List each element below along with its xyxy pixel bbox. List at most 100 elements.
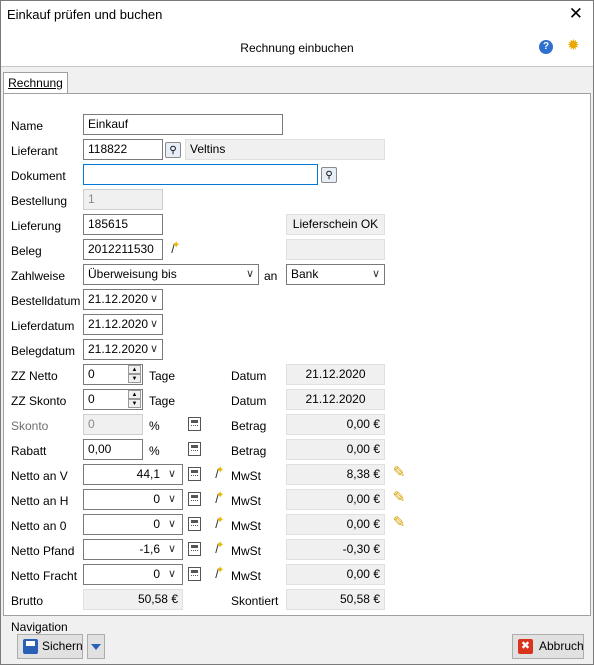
magic-wand-icon[interactable]: / ✦ <box>209 540 225 557</box>
help-icon[interactable]: ? <box>539 40 553 54</box>
belegdatum-value: 21.12.2020 <box>88 342 149 356</box>
netto-v-mwst-label: MwSt <box>231 469 261 483</box>
an-label: an <box>264 269 278 283</box>
zz-netto-datum-label: Datum <box>231 369 267 383</box>
chevron-down-icon: ∨ <box>149 318 158 330</box>
netto-pfand-mwst-label: MwSt <box>231 544 261 558</box>
netto-fracht-mwst-label: MwSt <box>231 569 261 583</box>
belegdatum-label: Belegdatum <box>11 344 76 358</box>
rabatt-input[interactable]: 0,00 <box>83 439 143 460</box>
calculator-icon[interactable] <box>188 467 201 481</box>
pencil-icon[interactable]: ✎ <box>391 490 407 506</box>
netto-pfand-value: -1,6 <box>139 542 160 556</box>
spin-up-icon[interactable]: ▲ <box>128 365 141 374</box>
settings-icon[interactable]: ✹ <box>567 38 580 54</box>
calculator-icon[interactable] <box>188 542 201 556</box>
skonto-unit: % <box>149 419 160 433</box>
dokument-search-icon[interactable]: ⚲ <box>321 167 337 183</box>
bestellung-label: Bestellung <box>11 194 68 208</box>
calculator-icon[interactable] <box>188 567 201 581</box>
zahlweise-select[interactable]: Überweisung bis ∨ <box>83 264 259 285</box>
calculator-icon[interactable] <box>188 517 201 531</box>
beleg-input[interactable]: 2012211530 <box>83 239 163 260</box>
zahlweise-label: Zahlweise <box>11 269 66 283</box>
netto-v-label: Netto an V <box>11 469 68 483</box>
pencil-icon[interactable]: ✎ <box>391 465 407 481</box>
chevron-down-icon: ∨ <box>371 268 380 280</box>
netto-v-combo[interactable]: 44,1 ∨ <box>83 464 183 485</box>
save-button[interactable]: Sichern <box>17 634 83 659</box>
lieferdatum-picker[interactable]: 21.12.2020 ∨ <box>83 314 163 335</box>
lieferant-search-icon[interactable]: ⚲ <box>165 142 181 158</box>
chevron-down-icon: ∨ <box>167 493 176 505</box>
spin-down-icon[interactable]: ▼ <box>128 374 141 383</box>
tab-rechnung[interactable]: Rechnung <box>3 72 68 94</box>
skonto-input: 0 <box>83 414 143 435</box>
belegdatum-picker[interactable]: 21.12.2020 ∨ <box>83 339 163 360</box>
zz-netto-spinner[interactable]: 0 ▲ ▼ <box>83 364 143 385</box>
skonto-label: Skonto <box>11 419 49 433</box>
spin-down-icon[interactable]: ▼ <box>128 399 141 408</box>
calculator-icon[interactable] <box>188 417 201 431</box>
zz-skonto-datum-label: Datum <box>231 394 267 408</box>
name-input[interactable]: Einkauf <box>83 114 283 135</box>
netto-pfand-mwst: -0,30 € <box>286 539 385 560</box>
magic-wand-icon[interactable]: / ✦ <box>209 515 225 532</box>
lieferung-label: Lieferung <box>11 219 62 233</box>
magic-wand-icon[interactable]: / ✦ <box>209 565 225 582</box>
skonto-betrag: 0,00 € <box>286 414 385 435</box>
bestelldatum-picker[interactable]: 21.12.2020 ∨ <box>83 289 163 310</box>
cancel-button[interactable]: ✖ Abbruch <box>512 634 584 659</box>
close-icon[interactable]: ✕ <box>569 4 583 24</box>
save-dropdown-button[interactable] <box>87 634 105 659</box>
lieferant-input[interactable]: 118822 <box>83 139 163 160</box>
netto-pfand-label: Netto Pfand <box>11 544 75 558</box>
calculator-icon[interactable] <box>188 442 201 456</box>
zz-skonto-datum: 21.12.2020 <box>286 389 385 410</box>
zahlweise-value: Überweisung bis <box>88 267 177 281</box>
chevron-down-icon: ∨ <box>167 518 176 530</box>
netto-0-label: Netto an 0 <box>11 519 67 533</box>
zz-skonto-spinner[interactable]: 0 ▲ ▼ <box>83 389 143 410</box>
chevron-down-icon: ∨ <box>149 343 158 355</box>
an-value: Bank <box>291 267 319 281</box>
chevron-down-icon: ∨ <box>149 293 158 305</box>
dialog-header: Rechnung einbuchen ? ✹ <box>1 29 593 67</box>
zz-netto-value: 0 <box>88 367 95 381</box>
pencil-icon[interactable]: ✎ <box>391 515 407 531</box>
spin-up-icon[interactable]: ▲ <box>128 390 141 399</box>
magic-wand-icon[interactable]: / ✦ <box>209 490 225 507</box>
navigation-label: Navigation <box>11 620 68 634</box>
chevron-down-icon: ∨ <box>167 543 176 555</box>
an-select[interactable]: Bank ∨ <box>286 264 385 285</box>
header-title: Rechnung einbuchen <box>240 41 354 55</box>
dokument-label: Dokument <box>11 169 66 183</box>
lieferdatum-label: Lieferdatum <box>11 319 75 333</box>
netto-fracht-mwst: 0,00 € <box>286 564 385 585</box>
skontiert-label: Skontiert <box>231 594 279 608</box>
zz-skonto-value: 0 <box>88 392 95 406</box>
calculator-icon[interactable] <box>188 492 201 506</box>
lieferant-name: Veltins <box>185 139 385 160</box>
zz-skonto-unit: Tage <box>149 394 176 408</box>
dokument-input[interactable] <box>83 164 318 185</box>
lieferung-input[interactable]: 185615 <box>83 214 163 235</box>
netto-fracht-combo[interactable]: 0 ∨ <box>83 564 183 585</box>
netto-fracht-value: 0 <box>153 567 160 581</box>
netto-h-mwst-label: MwSt <box>231 494 261 508</box>
netto-h-value: 0 <box>153 492 160 506</box>
lieferant-label: Lieferant <box>11 144 58 158</box>
lieferdatum-value: 21.12.2020 <box>88 317 149 331</box>
netto-pfand-combo[interactable]: -1,6 ∨ <box>83 539 183 560</box>
brutto-label: Brutto <box>11 594 44 608</box>
magic-wand-icon[interactable]: / ✦ <box>209 465 225 482</box>
netto-0-combo[interactable]: 0 ∨ <box>83 514 183 535</box>
cancel-x-icon: ✖ <box>518 639 533 654</box>
zz-skonto-label: ZZ Skonto <box>11 394 67 408</box>
magic-wand-icon[interactable]: / ✦ <box>165 240 181 257</box>
netto-0-mwst: 0,00 € <box>286 514 385 535</box>
title-bar: Einkauf prüfen und buchen ✕ <box>1 1 593 29</box>
bestelldatum-label: Bestelldatum <box>11 294 81 308</box>
rabatt-label: Rabatt <box>11 444 47 458</box>
netto-h-combo[interactable]: 0 ∨ <box>83 489 183 510</box>
